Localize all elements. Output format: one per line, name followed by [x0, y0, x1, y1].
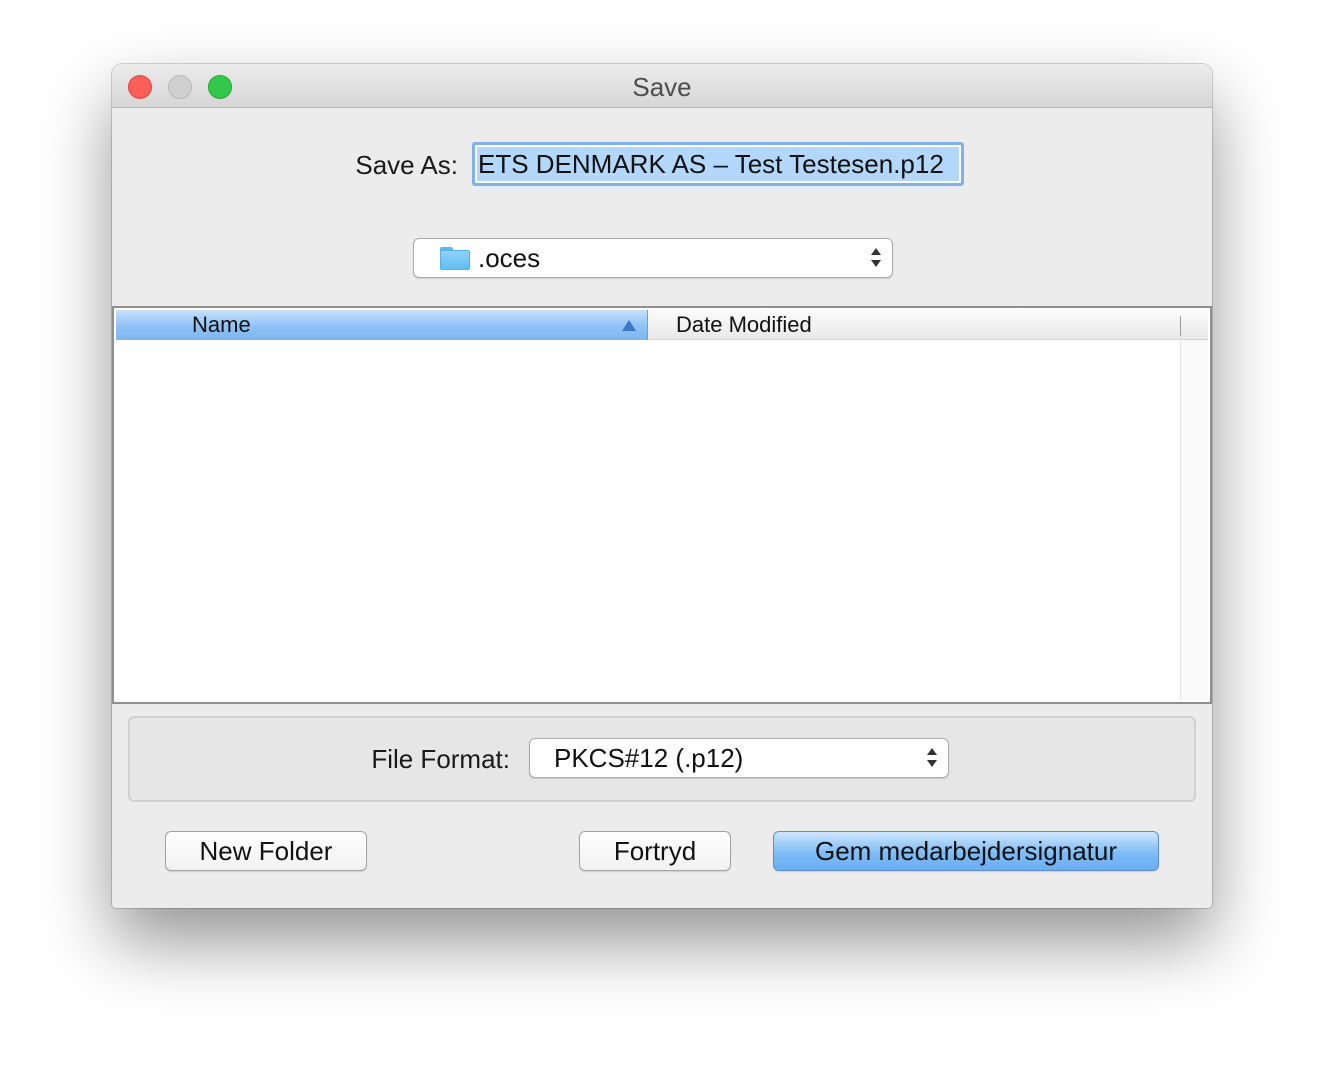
sort-ascending-icon: [622, 320, 636, 331]
column-header-row: Name Date Modified: [116, 310, 1208, 340]
column-date-label: Date Modified: [676, 312, 812, 337]
save-as-value: ETS DENMARK AS – Test Testesen.p12: [477, 147, 959, 181]
location-folder-name: .oces: [478, 243, 541, 273]
popup-stepper-icon: [870, 246, 882, 270]
save-button[interactable]: Gem medarbejdersignatur: [773, 831, 1159, 871]
file-browser[interactable]: Name Date Modified: [112, 306, 1212, 704]
column-divider[interactable]: [1180, 316, 1181, 336]
location-popup[interactable]: .oces: [413, 238, 893, 278]
save-as-label: Save As:: [355, 150, 458, 180]
window-title: Save: [632, 72, 692, 102]
cancel-button[interactable]: Fortryd: [579, 831, 731, 871]
popup-stepper-icon: [926, 746, 938, 770]
file-format-value: PKCS#12 (.p12): [554, 743, 744, 773]
new-folder-button[interactable]: New Folder: [165, 831, 367, 871]
file-format-popup[interactable]: PKCS#12 (.p12): [529, 738, 949, 778]
save-dialog: Save Save As: ETS DENMARK AS – Test Test…: [112, 64, 1212, 908]
title-bar[interactable]: Save: [112, 64, 1212, 108]
file-format-label: File Format:: [371, 744, 510, 774]
save-as-input[interactable]: ETS DENMARK AS – Test Testesen.p12: [472, 142, 964, 186]
column-header-name[interactable]: Name: [116, 310, 648, 340]
vertical-scrollbar[interactable]: [1180, 340, 1208, 700]
column-name-label: Name: [192, 312, 251, 337]
folder-icon: [440, 247, 470, 271]
